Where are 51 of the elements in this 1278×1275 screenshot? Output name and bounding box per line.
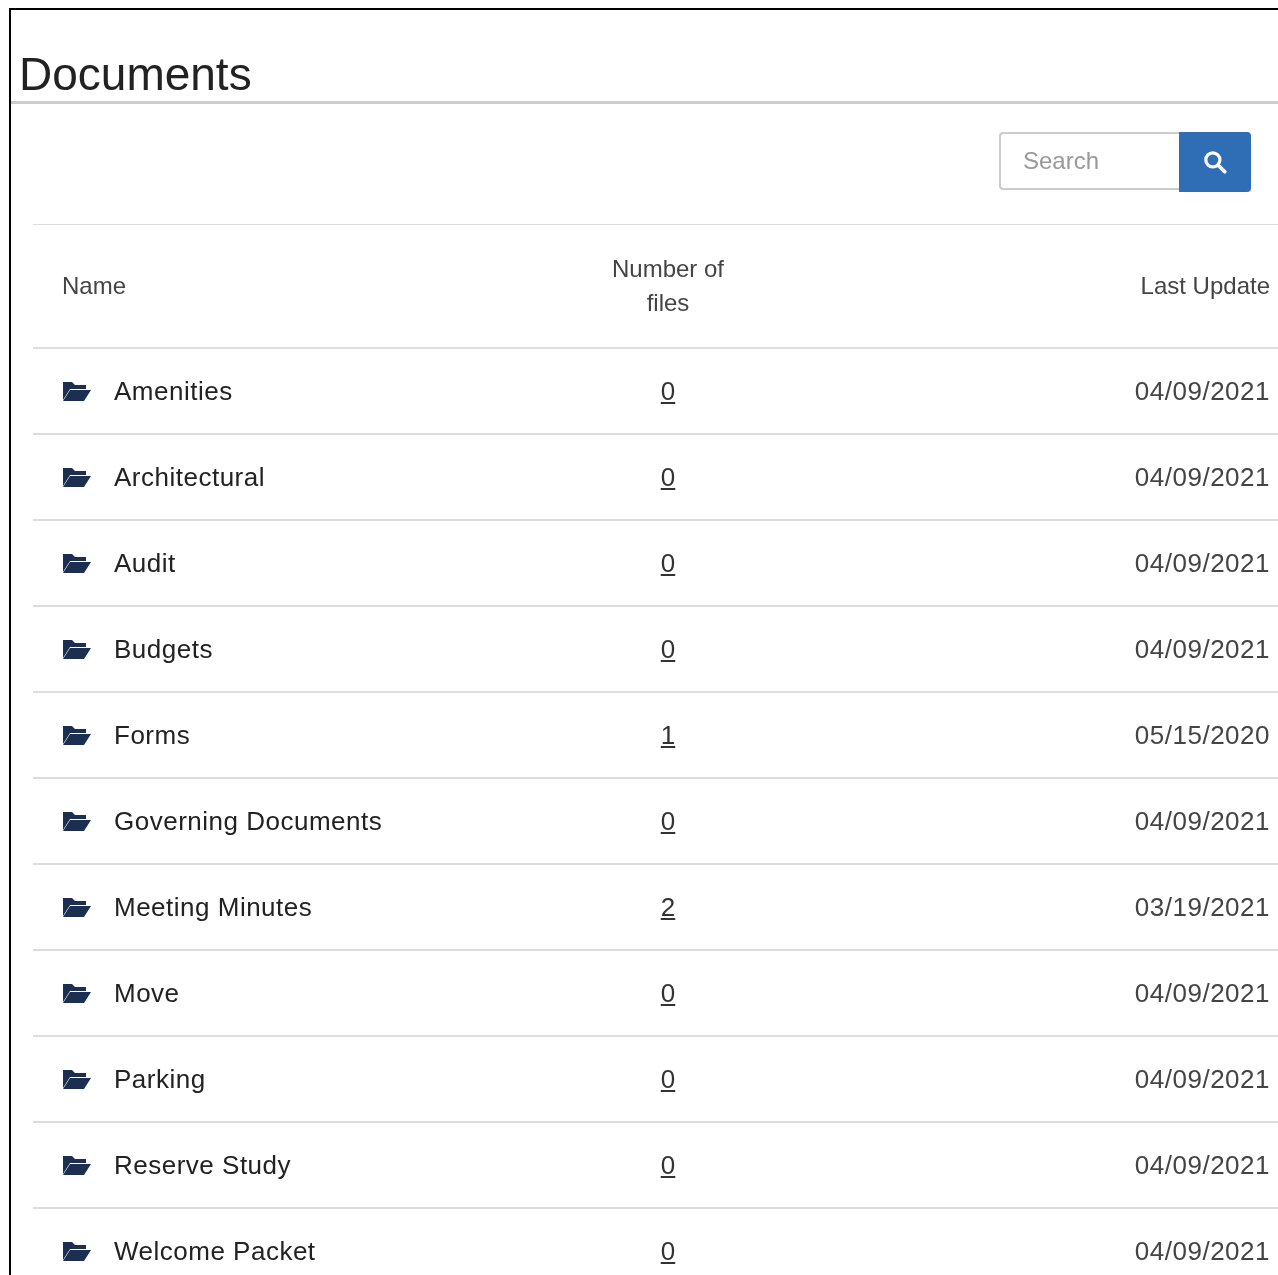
folder-name[interactable]: Welcome Packet: [114, 1235, 316, 1267]
file-count-link[interactable]: 2: [660, 891, 676, 922]
page-title: Documents: [11, 10, 1278, 104]
folder-icon: [62, 723, 92, 747]
folder-icon: [62, 809, 92, 833]
folder-icon: [62, 1067, 92, 1091]
file-count-link[interactable]: 0: [660, 1063, 676, 1094]
file-count-link[interactable]: 1: [660, 719, 676, 750]
last-update-date: 04/09/2021: [1134, 633, 1270, 664]
last-update-date: 04/09/2021: [1134, 375, 1270, 406]
folder-name[interactable]: Audit: [114, 547, 176, 579]
folder-icon: [62, 465, 92, 489]
search-icon: [1202, 149, 1228, 175]
last-update-date: 05/15/2020: [1134, 719, 1270, 750]
folder-name[interactable]: Architectural: [114, 461, 265, 493]
folder-icon: [62, 637, 92, 661]
file-count-link[interactable]: 0: [660, 805, 676, 836]
file-count-link[interactable]: 0: [660, 1149, 676, 1180]
last-update-date: 04/09/2021: [1134, 977, 1270, 1008]
search-field[interactable]: Search: [999, 132, 1179, 190]
file-count-link[interactable]: 0: [660, 547, 676, 578]
file-count-link[interactable]: 0: [660, 375, 676, 406]
folder-name[interactable]: Parking: [114, 1063, 206, 1095]
last-update-date: 04/09/2021: [1134, 461, 1270, 492]
search-button[interactable]: [1179, 132, 1251, 192]
last-update-date: 03/19/2021: [1134, 891, 1270, 922]
column-header: Number of files: [610, 254, 725, 318]
folder-name[interactable]: Budgets: [114, 633, 213, 665]
folder-name[interactable]: Amenities: [114, 375, 233, 407]
folder-icon: [62, 981, 92, 1005]
file-count-link[interactable]: 0: [660, 1235, 676, 1266]
column-header: Last Update: [1140, 272, 1270, 299]
last-update-date: 04/09/2021: [1134, 547, 1270, 578]
last-update-date: 04/09/2021: [1134, 1235, 1270, 1266]
folder-icon: [62, 1239, 92, 1263]
folder-name[interactable]: Reserve Study: [114, 1149, 292, 1181]
file-count-link[interactable]: 0: [660, 461, 676, 492]
folder-name[interactable]: Meeting Minutes: [114, 891, 313, 923]
file-count-link[interactable]: 0: [660, 977, 676, 1008]
folder-name[interactable]: Governing Documents: [114, 805, 383, 837]
folder-icon: [62, 551, 92, 575]
folder-icon: [62, 895, 92, 919]
folder-name[interactable]: Move: [114, 977, 180, 1009]
file-count-link[interactable]: 0: [660, 633, 676, 664]
last-update-date: 04/09/2021: [1134, 805, 1270, 836]
folder-name[interactable]: Forms: [114, 719, 191, 751]
folder-icon: [62, 379, 92, 403]
column-header: Name: [62, 272, 127, 300]
last-update-date: 04/09/2021: [1134, 1063, 1270, 1094]
folder-icon: [62, 1153, 92, 1177]
last-update-date: 04/09/2021: [1134, 1149, 1270, 1180]
